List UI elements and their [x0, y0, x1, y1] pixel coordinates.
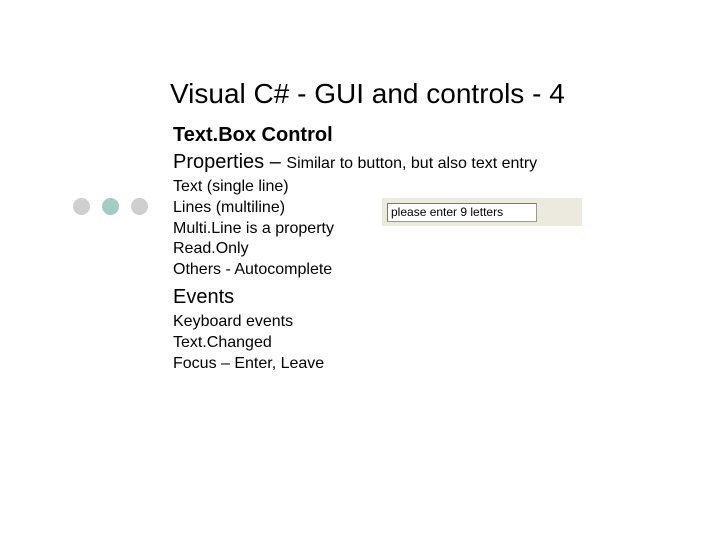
textbox-sample-panel [382, 198, 582, 226]
slide: Visual C# - GUI and controls - 4 Text.Bo… [0, 0, 720, 540]
properties-line: Properties – Similar to button, but also… [173, 150, 603, 175]
decorative-bullets [73, 198, 148, 215]
event-item: Text.Changed [173, 333, 603, 354]
bullet-icon [131, 198, 148, 215]
content-block: Text.Box Control Properties – Similar to… [173, 123, 603, 374]
properties-label: Properties – [173, 151, 286, 173]
event-item: Focus – Enter, Leave [173, 354, 603, 375]
property-item: Text (single line) [173, 177, 603, 198]
events-header: Events [173, 285, 603, 310]
sample-textbox[interactable] [387, 203, 537, 222]
property-item: Read.Only [173, 239, 603, 260]
slide-title: Visual C# - GUI and controls - 4 [170, 78, 565, 110]
event-item: Keyboard events [173, 312, 603, 333]
property-item: Others - Autocomplete [173, 260, 603, 281]
properties-detail: Similar to button, but also text entry [286, 155, 537, 172]
bullet-icon [102, 198, 119, 215]
bullet-icon [73, 198, 90, 215]
section-title: Text.Box Control [173, 123, 603, 148]
